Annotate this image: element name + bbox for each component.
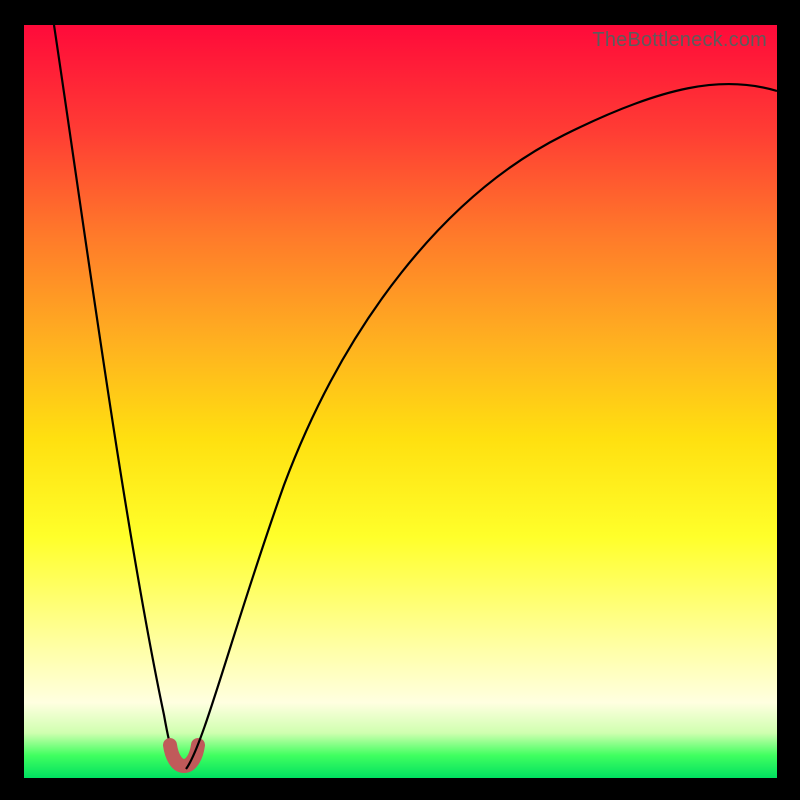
watermark-text: TheBottleneck.com <box>592 29 767 52</box>
bottleneck-curve <box>24 25 777 778</box>
chart-frame: TheBottleneck.com <box>24 25 777 778</box>
u-bottom-marker <box>170 745 198 766</box>
